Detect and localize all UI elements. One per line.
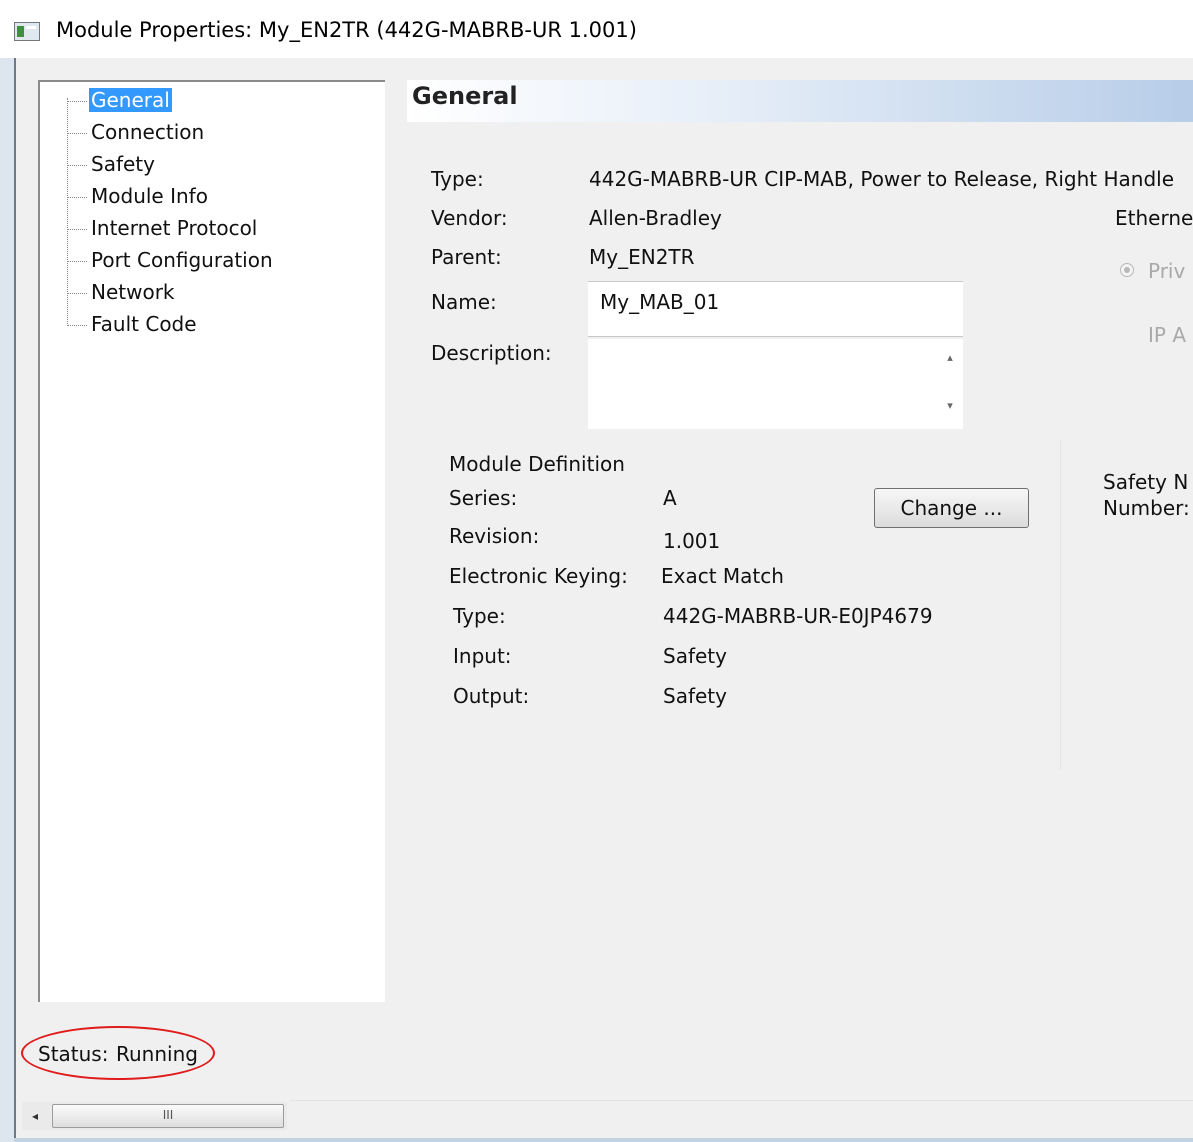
module-properties-window: Module Properties: My_EN2TR (442G-MABRB-… [0, 0, 1193, 1142]
electronic-keying-value: Exact Match [661, 564, 784, 588]
connection-type-value: 442G-MABRB-UR-E0JP4679 [663, 604, 933, 628]
tree-item-label: Safety [91, 152, 155, 176]
scrollbar-thumb[interactable]: III [52, 1104, 284, 1128]
window-frame-left [0, 58, 14, 1142]
type-value: 442G-MABRB-UR CIP-MAB, Power to Release,… [589, 167, 1175, 191]
tree-item-label: Connection [91, 120, 205, 144]
tree-item-connection[interactable]: Connection [67, 117, 206, 147]
name-label: Name: [431, 290, 497, 314]
tree-item-label: General [89, 88, 172, 112]
status-highlight-oval [21, 1026, 215, 1080]
input-label: Input: [453, 644, 512, 668]
electronic-keying-label: Electronic Keying: [449, 564, 628, 588]
series-label: Series: [449, 486, 518, 510]
revision-label: Revision: [449, 524, 540, 548]
scroll-left-arrow-icon[interactable]: ◂ [22, 1102, 48, 1130]
tree-item-module-info[interactable]: Module Info [67, 181, 210, 211]
connection-type-label: Type: [453, 604, 506, 628]
tree-item-safety[interactable]: Safety [67, 149, 157, 179]
ethernet-address-label: Etherne [1115, 206, 1193, 230]
tree-item-label: Module Info [91, 184, 208, 208]
tree-item-label: Fault Code [91, 312, 197, 336]
change-button[interactable]: Change ... [874, 488, 1029, 528]
tree-item-general[interactable]: General [67, 85, 172, 115]
parent-label: Parent: [431, 245, 502, 269]
panel-title: General [412, 82, 518, 110]
tree-item-port-configuration[interactable]: Port Configuration [67, 245, 275, 275]
type-label: Type: [431, 167, 484, 191]
output-value: Safety [663, 684, 727, 708]
tree-item-fault-code[interactable]: Fault Code [67, 309, 199, 339]
grip-icon: III [162, 1108, 174, 1122]
safety-network-label-1: Safety N [1103, 470, 1189, 494]
window-frame-bottom [14, 1138, 1193, 1142]
description-input[interactable]: ▴ ▾ [588, 339, 963, 429]
group-divider [1060, 440, 1061, 770]
category-tree[interactable]: General Connection Safety Module Info In… [38, 80, 385, 1002]
scroll-up-icon[interactable]: ▴ [943, 351, 957, 365]
tree-item-label: Network [91, 280, 175, 304]
tree-item-network[interactable]: Network [67, 277, 177, 307]
input-value: Safety [663, 644, 727, 668]
output-label: Output: [453, 684, 530, 708]
tree-item-internet-protocol[interactable]: Internet Protocol [67, 213, 259, 243]
module-app-icon [14, 22, 40, 41]
panel-header: General [407, 80, 1193, 122]
tree-item-label: Port Configuration [91, 248, 273, 272]
vendor-label: Vendor: [431, 206, 508, 230]
vendor-value: Allen-Bradley [589, 206, 722, 230]
parent-value: My_EN2TR [589, 245, 695, 269]
name-input-value: My_MAB_01 [600, 290, 720, 314]
scroll-down-icon[interactable]: ▾ [943, 399, 957, 413]
private-network-radio[interactable] [1120, 263, 1134, 277]
description-label: Description: [431, 341, 552, 365]
safety-network-label-2: Number: [1103, 496, 1190, 520]
revision-value: 1.001 [663, 529, 721, 553]
title-bar[interactable]: Module Properties: My_EN2TR (442G-MABRB-… [0, 0, 1193, 58]
name-input[interactable]: My_MAB_01 [588, 281, 963, 337]
series-value: A [663, 486, 677, 510]
module-definition-heading: Module Definition [449, 452, 625, 476]
window-title: Module Properties: My_EN2TR (442G-MABRB-… [56, 18, 637, 42]
tree-item-label: Internet Protocol [91, 216, 258, 240]
bottom-divider [290, 1100, 1193, 1101]
private-network-radio-label: Priv [1148, 259, 1186, 283]
ip-address-radio-label: IP A [1148, 323, 1186, 347]
horizontal-scrollbar[interactable]: ◂ III [22, 1102, 287, 1130]
